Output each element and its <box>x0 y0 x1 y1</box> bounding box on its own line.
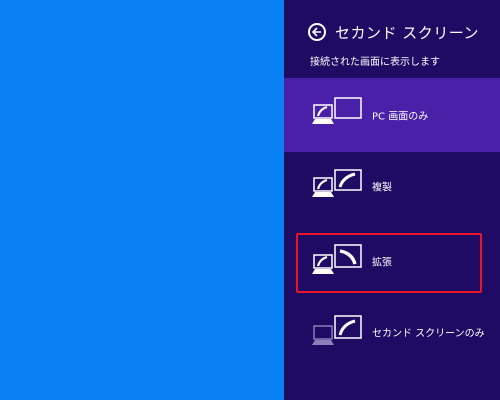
panel-header: セカンド スクリーン <box>308 20 479 44</box>
second-screen-panel: セカンド スクリーン 接続された画面に表示します PC 画面のみ 複製 拡張 セ… <box>284 0 500 400</box>
panel-title: セカンド スクリーン <box>335 23 480 42</box>
option-label: 複製 <box>372 182 392 194</box>
second-screen-only-icon <box>312 314 370 350</box>
option-duplicate[interactable]: 複製 <box>284 150 500 222</box>
pc-screen-only-icon <box>312 97 370 133</box>
back-arrow-icon[interactable] <box>308 23 326 41</box>
desktop-background <box>0 0 284 400</box>
option-label: PC 画面のみ <box>372 111 429 123</box>
option-second-screen-only[interactable]: セカンド スクリーンのみ <box>284 296 500 368</box>
panel-subtitle: 接続された画面に表示します <box>310 57 440 68</box>
option-label: セカンド スクリーンのみ <box>372 328 485 340</box>
duplicate-icon <box>312 168 370 204</box>
option-pc-screen-only[interactable]: PC 画面のみ <box>284 78 500 152</box>
extend-highlight-box <box>296 233 482 293</box>
